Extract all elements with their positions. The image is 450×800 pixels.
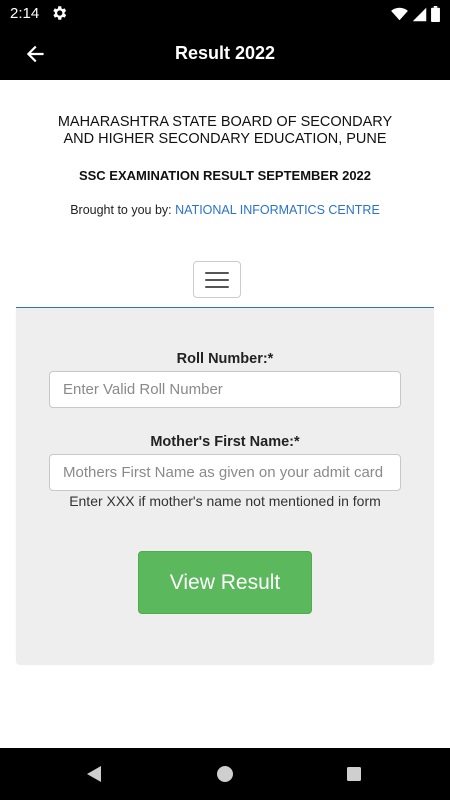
status-time: 2:14	[10, 5, 40, 22]
roll-number-input[interactable]	[49, 371, 401, 408]
mother-name-hint: Enter XXX if mother's name not mentioned…	[69, 493, 381, 509]
wifi-icon	[391, 7, 408, 21]
back-triangle-icon	[87, 766, 101, 782]
cellular-signal-icon	[412, 7, 427, 21]
board-name: MAHARASHTRA STATE BOARD OF SECONDARY AND…	[0, 114, 450, 148]
nic-link[interactable]: NATIONAL INFORMATICS CENTRE	[175, 203, 380, 217]
hamburger-menu-icon	[205, 271, 229, 288]
credit-line: Brought to you by: NATIONAL INFORMATICS …	[0, 203, 450, 217]
status-bar: 2:14	[0, 0, 450, 28]
mother-name-label: Mother's First Name:*	[150, 434, 300, 450]
board-name-line1: MAHARASHTRA STATE BOARD OF SECONDARY	[57, 114, 393, 130]
credit-prefix: Brought to you by:	[70, 203, 172, 217]
web-content: MAHARASHTRA STATE BOARD OF SECONDARY AND…	[0, 80, 450, 748]
menu-toggle-button[interactable]	[193, 261, 241, 298]
app-bar: Result 2022	[0, 28, 450, 80]
status-icons	[391, 5, 440, 23]
system-nav-bar	[0, 748, 450, 800]
battery-icon	[431, 6, 440, 22]
system-recents-button[interactable]	[342, 762, 366, 786]
mother-name-input[interactable]	[49, 454, 401, 491]
roll-number-label: Roll Number:*	[176, 351, 274, 367]
home-circle-icon	[217, 766, 233, 782]
recents-square-icon	[347, 767, 361, 781]
result-form: Roll Number:* Mother's First Name:* Ente…	[16, 308, 434, 664]
app-title: Result 2022	[174, 43, 276, 63]
system-back-button[interactable]	[82, 762, 106, 786]
view-result-button[interactable]: View Result	[138, 551, 312, 614]
gear-icon	[53, 6, 67, 20]
system-home-button[interactable]	[213, 762, 237, 786]
board-name-line2: AND HIGHER SECONDARY EDUCATION, PUNE	[63, 131, 387, 147]
exam-title: SSC EXAMINATION RESULT SEPTEMBER 2022	[78, 168, 372, 183]
